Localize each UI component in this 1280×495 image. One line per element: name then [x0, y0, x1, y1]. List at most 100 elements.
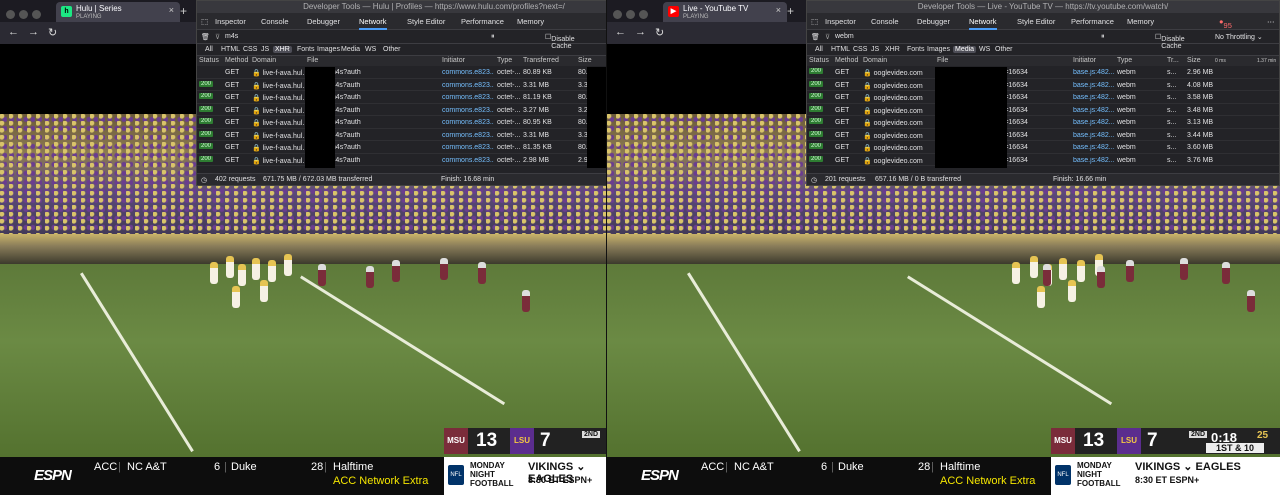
devtools-tab-console[interactable]: Console	[261, 17, 289, 26]
devtools-tab-performance[interactable]: Performance	[461, 17, 504, 26]
filter-url-input[interactable]: webm	[835, 33, 854, 40]
type-filter-images[interactable]: Images	[315, 46, 342, 53]
column-header-method[interactable]: Method	[835, 57, 858, 64]
type-filter-fonts[interactable]: Fonts	[295, 46, 317, 53]
request-row[interactable]: 200GET🔒 live-f-ava.hul..._audio.m4s?auth…	[197, 141, 606, 154]
request-row[interactable]: 200GET🔒 live-f-ava.hul..._video.m4s?auth…	[197, 104, 606, 116]
performance-icon[interactable]: ◷	[201, 176, 207, 184]
column-header-initiator[interactable]: Initiator	[1073, 57, 1096, 64]
devtools-tab-console[interactable]: Console	[871, 17, 899, 26]
request-row[interactable]: 200GET🔒 live-f-ava.hul..._audio.m4s?auth…	[197, 91, 606, 104]
column-header-domain[interactable]: Domain	[252, 57, 276, 64]
devtools-tab-debugger[interactable]: Debugger	[307, 17, 340, 26]
browser-tab[interactable]: ▶ Live - YouTube TV PLAYING ×	[663, 2, 787, 22]
devtools-tab-debugger[interactable]: Debugger	[917, 17, 950, 26]
devtools-tab-inspector[interactable]: Inspector	[825, 17, 856, 26]
clear-requests-icon[interactable]: 🗑	[201, 33, 210, 41]
type-filter-css[interactable]: CSS	[851, 46, 869, 53]
new-tab-icon[interactable]: +	[180, 4, 187, 18]
pause-icon[interactable]: ⏸	[1101, 33, 1105, 41]
column-header-status[interactable]: Status	[199, 57, 219, 64]
pause-icon[interactable]: ⏸	[491, 33, 495, 41]
request-row[interactable]: 200GET🔒 ooglevideo.comvideoplayback?expi…	[807, 91, 1279, 104]
request-transferred: 3.27 MB	[523, 106, 550, 114]
devtools-tab-inspector[interactable]: Inspector	[215, 17, 246, 26]
home-score: 7	[540, 430, 551, 451]
devtools-settings-icon[interactable]: ⋯	[1267, 17, 1275, 26]
request-row[interactable]: 200GET🔒 ooglevideo.comvideoplayback?expi…	[807, 141, 1279, 154]
column-header-transferred[interactable]: Transferred	[523, 57, 559, 64]
devtools-tab-memory[interactable]: Memory	[517, 17, 544, 26]
new-tab-icon[interactable]: +	[787, 4, 794, 18]
type-filter-ws[interactable]: WS	[363, 46, 378, 53]
column-header-domain[interactable]: Domain	[863, 57, 887, 64]
column-header-status[interactable]: Status	[809, 57, 829, 64]
request-row[interactable]: 200GET🔒 live-f-ava.hul..._audio.m4s?auth…	[197, 116, 606, 129]
close-tab-icon[interactable]: ×	[776, 6, 781, 15]
column-header-size[interactable]: Size	[1187, 57, 1201, 64]
request-row[interactable]: 200GET🔒 ooglevideo.comvideoplayback?expi…	[807, 154, 1279, 166]
type-filter-all[interactable]: All	[203, 46, 215, 53]
type-filter-html[interactable]: HTML	[829, 46, 852, 53]
devtools-tab-network[interactable]: Network	[969, 17, 997, 30]
type-filter-xhr[interactable]: XHR	[883, 46, 902, 53]
request-row[interactable]: 200GET🔒 ooglevideo.comvideoplayback?expi…	[807, 66, 1279, 79]
disable-cache-checkbox[interactable]: ☐ Disable Cache	[545, 33, 575, 50]
request-row[interactable]: GET🔒 live-f-ava.hul..._audio.m4s?authcom…	[197, 66, 606, 79]
request-initiator: commons.e823...	[442, 119, 494, 126]
column-header-method[interactable]: Method	[225, 57, 248, 64]
devtools-tab-performance[interactable]: Performance	[1071, 17, 1114, 26]
browser-tab[interactable]: h Hulu | Series PLAYING ×	[56, 2, 180, 22]
request-row[interactable]: 200GET🔒 ooglevideo.comvideoplayback?expi…	[807, 116, 1279, 129]
pick-element-icon[interactable]: ⬚	[201, 17, 208, 26]
request-status: 200	[199, 130, 214, 137]
type-filter-css[interactable]: CSS	[241, 46, 259, 53]
player	[1247, 290, 1255, 312]
pick-element-icon[interactable]: ⬚	[811, 17, 818, 26]
type-filter-all[interactable]: All	[813, 46, 825, 53]
column-header-size[interactable]: Size	[578, 57, 592, 64]
filter-url-input[interactable]: m4s	[225, 33, 238, 40]
forward-icon[interactable]: →	[28, 26, 39, 38]
type-filter-html[interactable]: HTML	[219, 46, 242, 53]
player	[232, 286, 240, 308]
reload-icon[interactable]: ↻	[48, 26, 57, 39]
type-filter-other[interactable]: Other	[381, 46, 403, 53]
type-filter-ws[interactable]: WS	[977, 46, 992, 53]
type-filter-media[interactable]: Media	[953, 46, 977, 53]
request-row[interactable]: 200GET🔒 live-f-ava.hul..._video.m4s?auth…	[197, 79, 606, 91]
forward-icon[interactable]: →	[635, 26, 646, 38]
reload-icon[interactable]: ↻	[655, 26, 664, 39]
type-filter-media[interactable]: Media	[339, 46, 362, 53]
devtools-tab-network[interactable]: Network	[359, 17, 387, 30]
devtools-tab-style-editor[interactable]: Style Editor	[1017, 17, 1055, 26]
close-tab-icon[interactable]: ×	[169, 6, 174, 15]
type-filter-xhr[interactable]: XHR	[273, 46, 292, 53]
request-row[interactable]: 200GET🔒 ooglevideo.comvideoplayback?expi…	[807, 129, 1279, 141]
clear-requests-icon[interactable]: 🗑	[811, 33, 820, 41]
back-icon[interactable]: ←	[8, 26, 19, 38]
request-method: GET	[225, 144, 240, 151]
error-count[interactable]: ● 95	[1219, 17, 1232, 30]
request-row[interactable]: 200GET🔒 ooglevideo.comvideoplayback?expi…	[807, 104, 1279, 116]
devtools-tab-style-editor[interactable]: Style Editor	[407, 17, 445, 26]
type-filter-images[interactable]: Images	[925, 46, 952, 53]
request-row[interactable]: 200GET🔒 ooglevideo.comvideoplayback?expi…	[807, 79, 1279, 91]
request-row[interactable]: 200GET🔒 live-f-ava.hul..._video.m4s?auth…	[197, 154, 606, 166]
type-filter-js[interactable]: JS	[869, 46, 881, 53]
column-header-file[interactable]: File	[307, 57, 318, 64]
back-icon[interactable]: ←	[615, 26, 626, 38]
devtools-tab-memory[interactable]: Memory	[1127, 17, 1154, 26]
column-header-tr[interactable]: Tr...	[1167, 57, 1179, 64]
column-header-type[interactable]: Type	[497, 57, 512, 64]
type-filter-js[interactable]: JS	[259, 46, 271, 53]
column-header-initiator[interactable]: Initiator	[442, 57, 465, 64]
column-header-type[interactable]: Type	[1117, 57, 1132, 64]
request-row[interactable]: 200GET🔒 live-f-ava.hul..._video.m4s?auth…	[197, 129, 606, 141]
column-header-file[interactable]: File	[937, 57, 948, 64]
performance-icon[interactable]: ◷	[811, 176, 817, 184]
disable-cache-checkbox[interactable]: ☐ Disable Cache	[1155, 33, 1185, 50]
type-filter-other[interactable]: Other	[993, 46, 1015, 53]
type-filter-fonts[interactable]: Fonts	[905, 46, 927, 53]
throttling-select[interactable]: No Throttling ⌄	[1215, 33, 1263, 41]
